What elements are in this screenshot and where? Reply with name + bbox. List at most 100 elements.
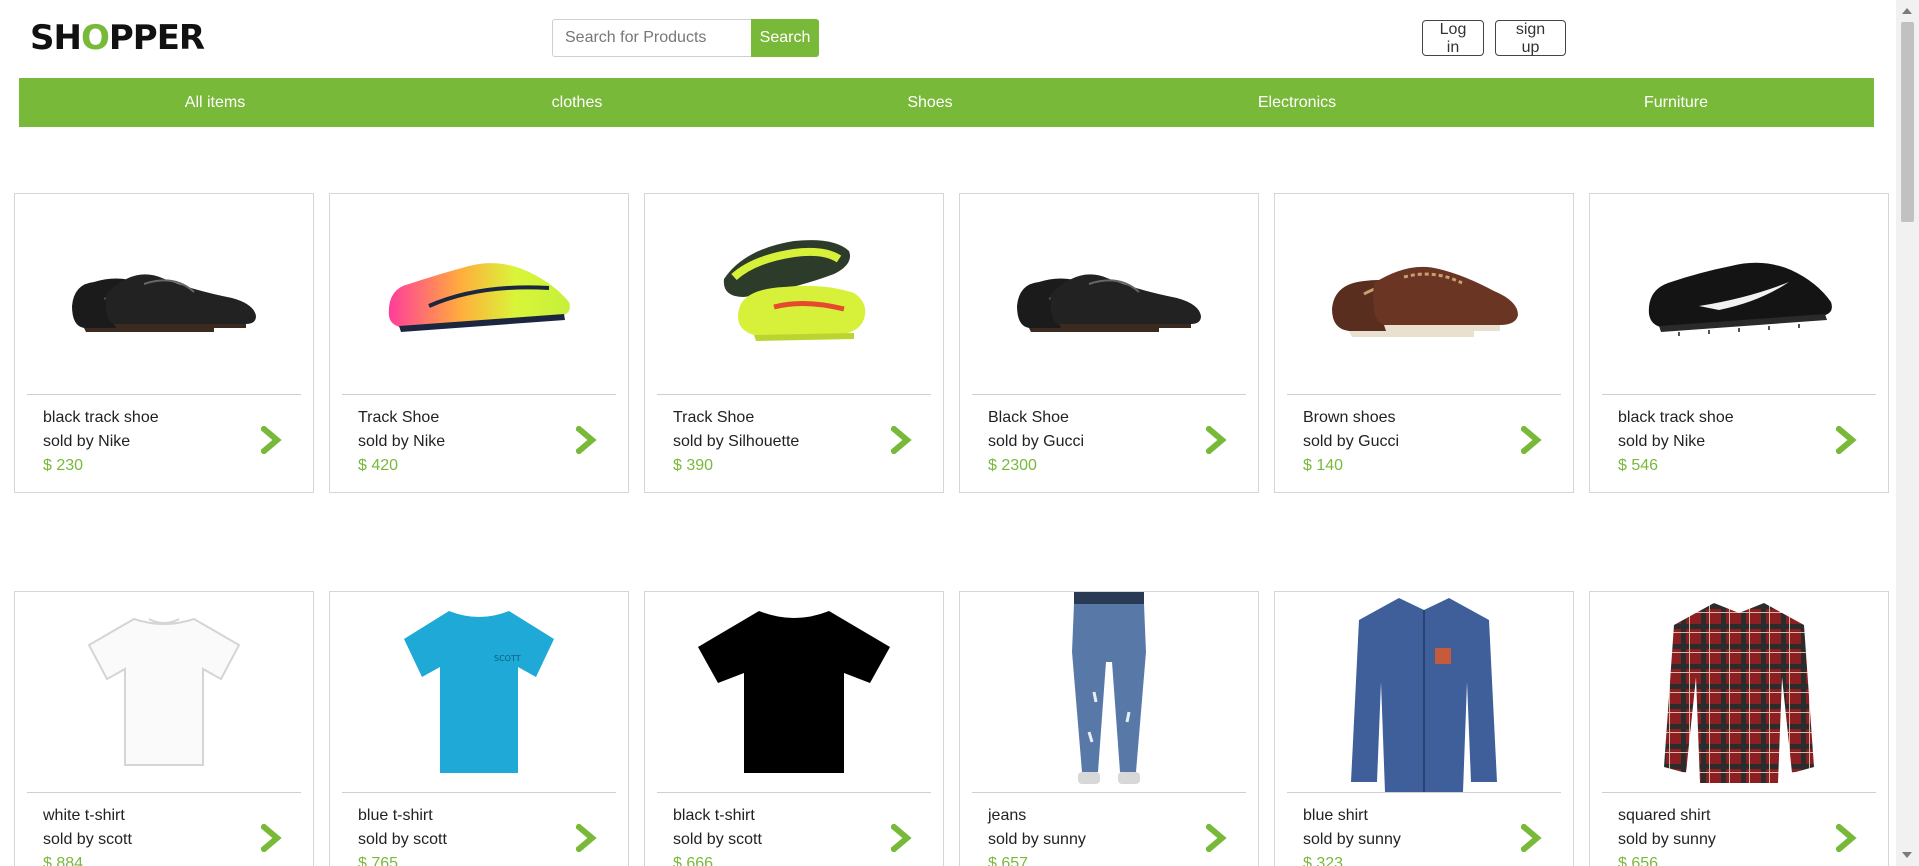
product-card[interactable]: Black Shoe sold by Gucci $ 2300: [959, 193, 1259, 493]
scroll-up-arrow-icon[interactable]: [1902, 8, 1912, 14]
product-image[interactable]: [330, 194, 628, 394]
product-info: black t-shirt sold by scott $ 666: [673, 804, 762, 866]
chevron-right-icon[interactable]: [889, 822, 913, 854]
nav-item-furniture[interactable]: Furniture: [1644, 78, 1708, 127]
login-button[interactable]: Log in: [1422, 20, 1484, 56]
product-card[interactable]: jeans sold by sunny $ 657: [959, 591, 1259, 866]
product-card[interactable]: white t-shirt sold by scott $ 884: [14, 591, 314, 866]
product-info: white t-shirt sold by scott $ 884: [43, 804, 132, 866]
chevron-right-icon[interactable]: [1204, 424, 1228, 456]
product-image[interactable]: [1590, 194, 1888, 394]
product-name: Track Shoe: [673, 409, 755, 426]
product-info: Brown shoes sold by Gucci $ 140: [1303, 406, 1399, 478]
product-name: blue shirt: [1303, 807, 1368, 824]
product-name: squared shirt: [1618, 807, 1711, 824]
product-card[interactable]: squared shirt sold by sunny $ 656: [1589, 591, 1889, 866]
product-price: $ 765: [358, 855, 399, 866]
card-divider: [657, 394, 931, 395]
product-price: $ 656: [1618, 855, 1659, 866]
product-info: jeans sold by sunny $ 657: [988, 804, 1086, 866]
product-seller: sold by sunny: [988, 831, 1086, 848]
svg-text:SCOTT: SCOTT: [494, 654, 521, 663]
product-card[interactable]: SCOTT blue t-shirt sold by scott $ 765: [329, 591, 629, 866]
product-price: $ 666: [673, 855, 714, 866]
product-image[interactable]: [645, 194, 943, 394]
nav-item-clothes[interactable]: clothes: [552, 78, 603, 127]
page-scrollbar[interactable]: [1896, 0, 1919, 866]
product-info: Track Shoe sold by Silhouette $ 390: [673, 406, 799, 478]
product-seller: sold by sunny: [1618, 831, 1716, 848]
chevron-right-icon[interactable]: [1834, 822, 1858, 854]
product-image[interactable]: [645, 592, 943, 792]
chevron-right-icon[interactable]: [1519, 424, 1543, 456]
nav-item-electronics[interactable]: Electronics: [1258, 78, 1336, 127]
nav-item-all-items[interactable]: All items: [185, 78, 245, 127]
chevron-right-icon[interactable]: [574, 822, 598, 854]
search-button[interactable]: Search: [751, 19, 819, 57]
product-name: black t-shirt: [673, 807, 755, 824]
product-card[interactable]: Brown shoes sold by Gucci $ 140: [1274, 193, 1574, 493]
product-name: Track Shoe: [358, 409, 440, 426]
product-image[interactable]: [15, 592, 313, 792]
product-seller: sold by Nike: [1618, 433, 1706, 450]
product-image[interactable]: [960, 194, 1258, 394]
product-info: blue shirt sold by sunny $ 323: [1303, 804, 1401, 866]
product-card[interactable]: Track Shoe sold by Nike $ 420: [329, 193, 629, 493]
product-price: $ 140: [1303, 457, 1344, 474]
product-image[interactable]: [15, 194, 313, 394]
product-seller: sold by Silhouette: [673, 433, 800, 450]
chevron-right-icon[interactable]: [1519, 822, 1543, 854]
card-divider: [1602, 394, 1876, 395]
product-card[interactable]: black track shoe sold by Nike $ 546: [1589, 193, 1889, 493]
product-price: $ 884: [43, 855, 84, 866]
card-divider: [1602, 792, 1876, 793]
product-info: blue t-shirt sold by scott $ 765: [358, 804, 447, 866]
product-name: blue t-shirt: [358, 807, 433, 824]
search-bar: Search: [552, 19, 819, 57]
product-image[interactable]: SCOTT: [330, 592, 628, 792]
product-info: squared shirt sold by sunny $ 656: [1618, 804, 1716, 866]
product-card[interactable]: black t-shirt sold by scott $ 666: [644, 591, 944, 866]
category-nav: All items clothes Shoes Electronics Furn…: [19, 78, 1874, 127]
product-image[interactable]: [1275, 592, 1573, 792]
product-name: Black Shoe: [988, 409, 1069, 426]
card-divider: [657, 792, 931, 793]
chevron-right-icon[interactable]: [1204, 822, 1228, 854]
card-divider: [1287, 792, 1561, 793]
product-card[interactable]: Track Shoe sold by Silhouette $ 390: [644, 193, 944, 493]
shopper-logo[interactable]: SHOPPER: [30, 18, 205, 58]
product-name: black track shoe: [1618, 409, 1734, 426]
product-seller: sold by Nike: [358, 433, 446, 450]
product-seller: sold by scott: [673, 831, 762, 848]
chevron-right-icon[interactable]: [1834, 424, 1858, 456]
signup-button[interactable]: sign up: [1495, 20, 1566, 56]
product-name: white t-shirt: [43, 807, 125, 824]
product-seller: sold by Gucci: [1303, 433, 1400, 450]
nav-item-shoes[interactable]: Shoes: [907, 78, 952, 127]
product-seller: sold by scott: [358, 831, 447, 848]
product-name: black track shoe: [43, 409, 159, 426]
product-name: Brown shoes: [1303, 409, 1396, 426]
chevron-right-icon[interactable]: [259, 424, 283, 456]
product-card[interactable]: black track shoe sold by Nike $ 230: [14, 193, 314, 493]
product-image[interactable]: [1275, 194, 1573, 394]
product-image[interactable]: [1590, 592, 1888, 792]
product-card[interactable]: blue shirt sold by sunny $ 323: [1274, 591, 1574, 866]
product-price: $ 546: [1618, 457, 1659, 474]
card-divider: [27, 394, 301, 395]
product-price: $ 657: [988, 855, 1029, 866]
product-price: $ 2300: [988, 457, 1037, 474]
chevron-right-icon[interactable]: [259, 822, 283, 854]
product-price: $ 323: [1303, 855, 1344, 866]
product-info: Black Shoe sold by Gucci $ 2300: [988, 406, 1084, 478]
card-divider: [1287, 394, 1561, 395]
product-info: black track shoe sold by Nike $ 546: [1618, 406, 1734, 478]
product-image[interactable]: [960, 592, 1258, 792]
chevron-right-icon[interactable]: [889, 424, 913, 456]
product-info: Track Shoe sold by Nike $ 420: [358, 406, 445, 478]
scroll-down-arrow-icon[interactable]: [1902, 852, 1912, 858]
search-input[interactable]: [552, 19, 751, 57]
scrollbar-thumb[interactable]: [1901, 22, 1914, 222]
chevron-right-icon[interactable]: [574, 424, 598, 456]
card-divider: [27, 792, 301, 793]
